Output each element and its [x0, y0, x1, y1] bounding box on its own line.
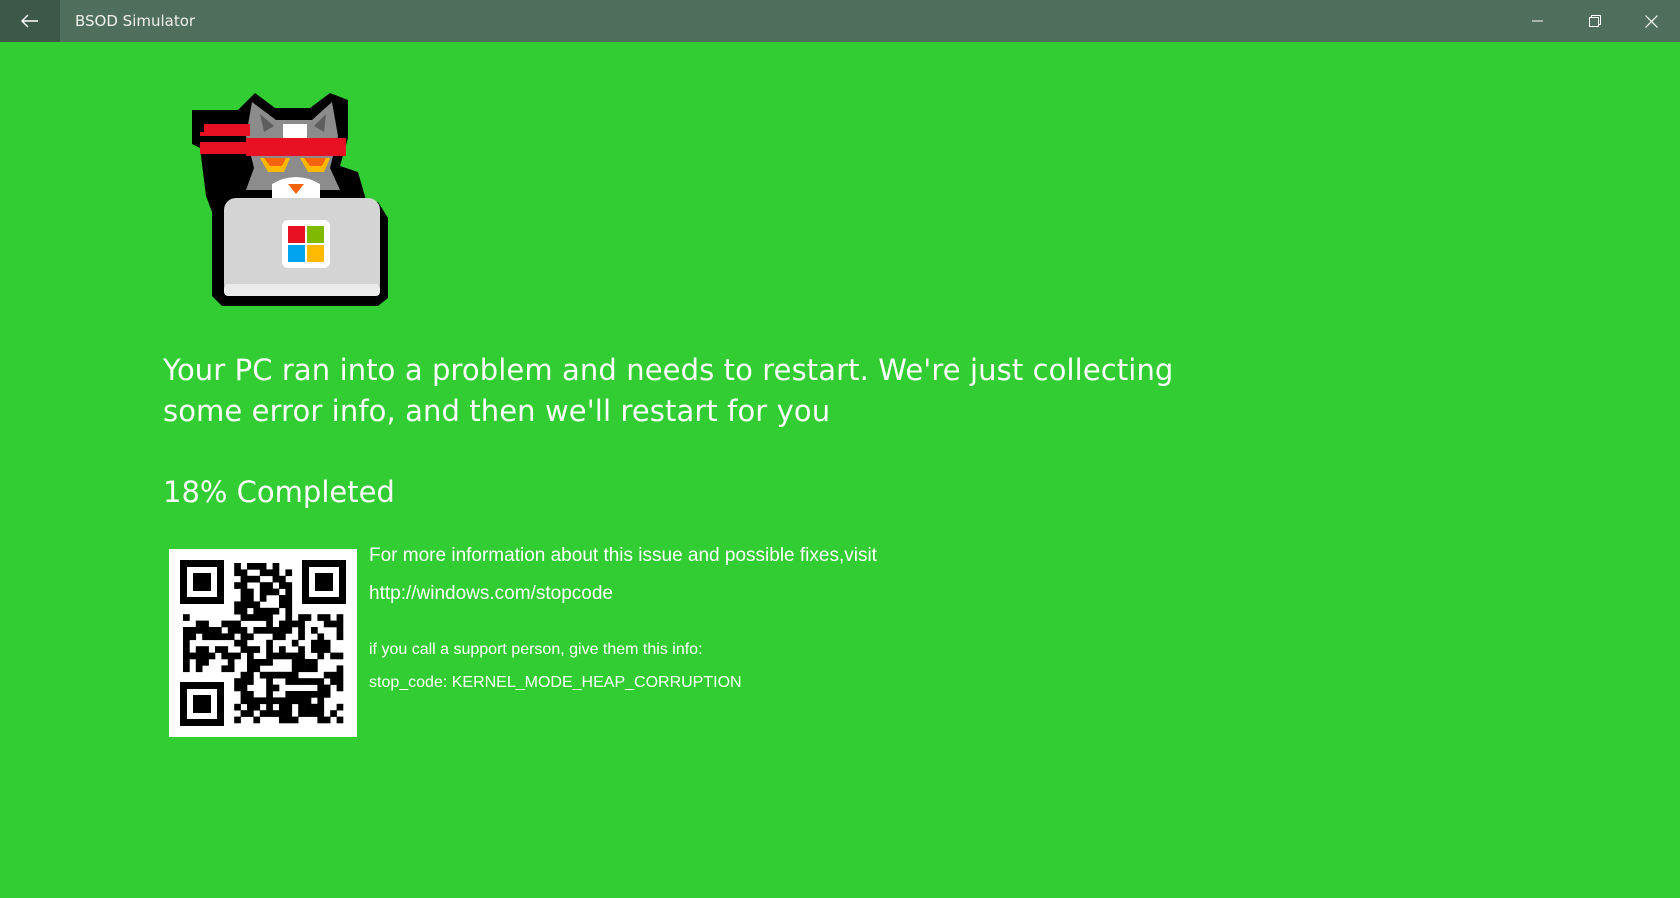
- title-bar: BSOD Simulator: [0, 0, 1680, 42]
- minimize-icon: [1531, 20, 1543, 22]
- minimize-button[interactable]: [1509, 0, 1566, 42]
- error-headline: Your PC ran into a problem and needs to …: [163, 353, 1174, 428]
- ninja-cat-laptop-icon: [192, 93, 388, 306]
- stop-code-text: stop_code: KERNEL_MODE_HEAP_CORRUPTION: [369, 674, 742, 691]
- progress-text: 18% Completed: [163, 475, 395, 509]
- back-button[interactable]: [0, 0, 60, 42]
- restore-icon: [1588, 15, 1601, 27]
- stopcode-link[interactable]: http://windows.com/stopcode: [369, 581, 1069, 607]
- window-title: BSOD Simulator: [75, 12, 196, 30]
- qr-code: [169, 549, 357, 737]
- info-panel: For more information about this issue an…: [369, 543, 1069, 694]
- close-button[interactable]: [1623, 0, 1680, 42]
- close-icon: [1645, 14, 1658, 28]
- arrow-left-icon: [21, 14, 38, 28]
- support-text: if you call a support person, give them …: [369, 641, 703, 658]
- restore-button[interactable]: [1566, 0, 1623, 42]
- more-info-text: For more information about this issue an…: [369, 545, 877, 566]
- window-controls: [1509, 0, 1680, 42]
- qr-code-icon: [180, 560, 346, 726]
